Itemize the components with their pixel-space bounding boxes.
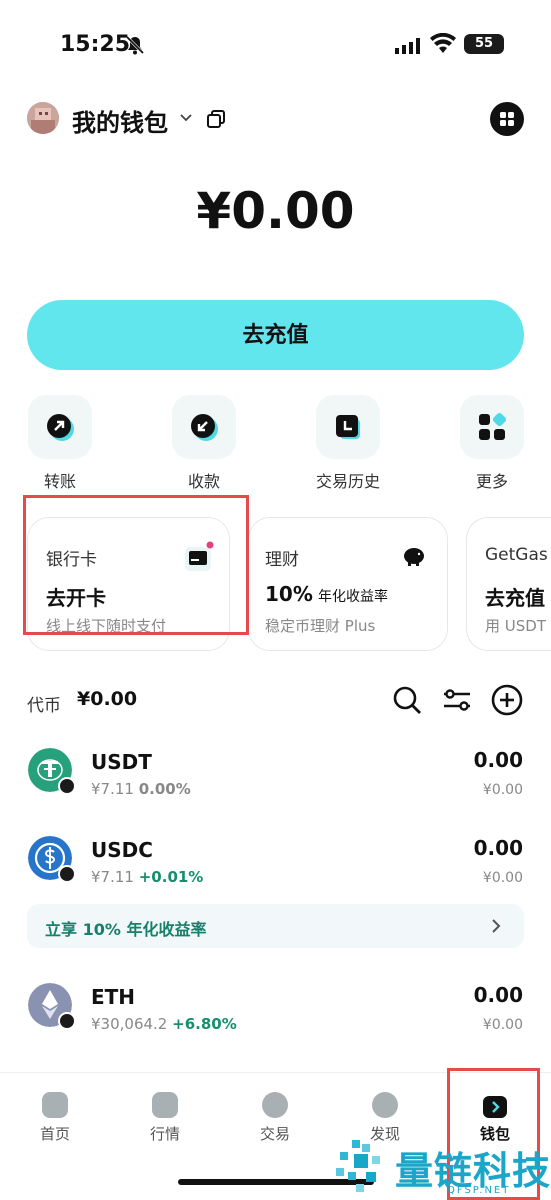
copy-icon[interactable] <box>205 108 227 130</box>
tab-home[interactable]: 首页 <box>15 1088 95 1148</box>
signal-icon <box>395 38 420 54</box>
tokens-label: 代币 <box>27 696 61 716</box>
token-price: ¥7.11 0.00% <box>91 780 191 798</box>
card-main: 10% 年化收益率 <box>265 582 388 606</box>
token-row-eth[interactable]: ETH ¥30,064.2 +6.80% 0.00 ¥0.00 <box>0 975 551 1045</box>
card-sub: 稳定币理财 Plus <box>265 617 376 635</box>
chain-badge-icon <box>58 777 76 795</box>
chevron-right-icon <box>492 919 501 933</box>
home-icon <box>42 1092 68 1118</box>
token-fiat: ¥0.00 <box>482 1017 523 1033</box>
card-sub: 用 USDT <box>485 617 546 635</box>
token-price: ¥7.11 +0.01% <box>91 868 204 886</box>
wifi-icon <box>430 33 456 53</box>
grid-icon <box>500 112 514 126</box>
more-button[interactable] <box>460 395 524 459</box>
card-title: GetGas <box>485 545 548 565</box>
clock-icon <box>336 415 360 439</box>
watermark-subtext: QFSP.NET <box>447 1185 511 1196</box>
card-title: 理财 <box>265 550 299 570</box>
highlight-box <box>23 495 249 635</box>
history-label: 交易历史 <box>315 472 380 491</box>
piggy-bank-icon <box>404 548 424 566</box>
receive-label: 收款 <box>187 472 220 491</box>
status-bar: 15:25 55 <box>0 0 551 90</box>
chain-badge-icon <box>58 1012 76 1030</box>
token-name: USDC <box>91 838 153 862</box>
token-name: ETH <box>91 985 136 1009</box>
filter-icon[interactable] <box>441 684 473 716</box>
token-row-usdc[interactable]: USDC ¥7.11 +0.01% 0.00 ¥0.00 <box>0 828 551 898</box>
history-button[interactable] <box>316 395 380 459</box>
watermark-logo-icon <box>336 1140 380 1192</box>
promo-text: 立享 10% 年化收益率 <box>45 920 207 939</box>
token-row-usdt[interactable]: USDT ¥7.11 0.00% 0.00 ¥0.00 <box>0 740 551 810</box>
compass-icon <box>372 1092 398 1118</box>
arrow-up-right-icon <box>47 414 74 441</box>
grid-icon <box>479 412 507 440</box>
tab-trade[interactable]: 交易 <box>235 1088 315 1148</box>
finance-card[interactable]: 理财 10% 年化收益率 稳定币理财 Plus <box>248 517 448 651</box>
tab-market[interactable]: 行情 <box>125 1088 205 1148</box>
status-time: 15:25 <box>60 32 131 57</box>
transfer-label: 转账 <box>43 472 76 491</box>
battery-indicator: 55 <box>464 34 504 54</box>
receive-button[interactable] <box>172 395 236 459</box>
tokens-total: ¥0.00 <box>77 688 138 710</box>
add-icon[interactable] <box>490 683 524 717</box>
transfer-button[interactable] <box>28 395 92 459</box>
token-price: ¥30,064.2 +6.80% <box>91 1015 237 1033</box>
getgas-card[interactable]: GetGas 去充值 用 USDT <box>466 517 551 651</box>
bell-muted-icon <box>125 35 145 55</box>
chevron-down-icon[interactable] <box>178 110 194 126</box>
arrow-down-left-icon <box>191 414 218 441</box>
card-main: 去充值 <box>485 586 545 610</box>
chain-badge-icon <box>58 865 76 883</box>
token-fiat: ¥0.00 <box>482 782 523 798</box>
more-label: 更多 <box>475 472 508 491</box>
token-amount: 0.00 <box>473 983 523 1007</box>
apps-menu-button[interactable] <box>490 102 524 136</box>
token-amount: 0.00 <box>473 836 523 860</box>
chart-icon <box>152 1092 178 1118</box>
token-name: USDT <box>91 750 152 774</box>
avatar[interactable] <box>27 102 59 134</box>
deposit-button[interactable]: 去充值 <box>27 300 524 370</box>
total-balance: ¥0.00 <box>196 182 355 240</box>
token-amount: 0.00 <box>473 748 523 772</box>
token-fiat: ¥0.00 <box>482 870 523 886</box>
wallet-name[interactable]: 我的钱包 <box>72 103 168 138</box>
search-icon[interactable] <box>391 684 423 716</box>
swap-icon <box>262 1092 288 1118</box>
